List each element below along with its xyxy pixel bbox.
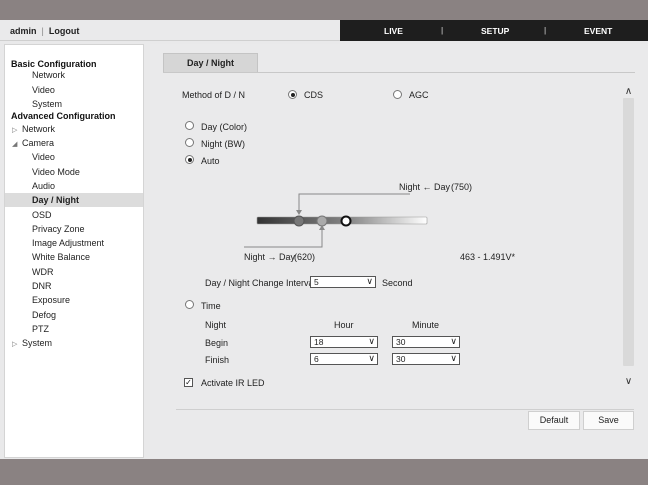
ir-led-label: Activate IR LED bbox=[201, 378, 265, 388]
default-button[interactable]: Default bbox=[528, 411, 580, 430]
begin-hour-value: 18 bbox=[314, 337, 324, 347]
scroll-up-icon[interactable]: ∧ bbox=[622, 86, 635, 97]
col-hour: Hour bbox=[334, 320, 354, 330]
interval-label: Day / Night Change Interval bbox=[205, 278, 316, 288]
sensor-level-indicator bbox=[340, 215, 352, 227]
upper-threshold-leader bbox=[298, 193, 410, 213]
col-minute: Minute bbox=[412, 320, 440, 330]
chevron-down-icon: ∨ bbox=[450, 336, 457, 346]
chevron-down-icon: ∨ bbox=[368, 336, 375, 346]
scrollbar[interactable]: ∧ ∨ bbox=[622, 80, 635, 393]
interval-value: 5 bbox=[314, 277, 319, 287]
save-button[interactable]: Save bbox=[583, 411, 634, 430]
begin-hour-select[interactable]: 18 ∨ bbox=[310, 336, 378, 348]
interval-select[interactable]: 5 ∨ bbox=[310, 276, 376, 288]
scroll-down-icon[interactable]: ∨ bbox=[622, 376, 635, 387]
ir-led-checkbox[interactable]: ✓ bbox=[184, 378, 193, 387]
begin-label: Begin bbox=[205, 338, 229, 348]
chevron-down-icon: ∨ bbox=[366, 276, 373, 286]
finish-label: Finish bbox=[205, 355, 230, 365]
footer-band bbox=[0, 459, 648, 485]
slider-handle-night-to-day[interactable] bbox=[293, 215, 305, 227]
finish-minute-select[interactable]: 30 ∨ bbox=[392, 353, 460, 365]
threshold-lower-value: (620) bbox=[294, 252, 316, 262]
sensor-reading: 463 - 1.491V* bbox=[460, 252, 516, 262]
chevron-down-icon: ∨ bbox=[368, 353, 375, 363]
mode-time-label: Time bbox=[201, 301, 221, 311]
finish-minute-value: 30 bbox=[396, 354, 406, 364]
upper-arrow-icon bbox=[296, 210, 302, 215]
lower-threshold-leader bbox=[244, 227, 323, 248]
interval-unit: Second bbox=[382, 278, 413, 288]
begin-minute-value: 30 bbox=[396, 337, 406, 347]
mode-time-radio[interactable] bbox=[185, 300, 194, 309]
threshold-lower-label: Night → Day bbox=[244, 252, 296, 262]
chevron-down-icon: ∨ bbox=[450, 353, 457, 363]
begin-minute-select[interactable]: 30 ∨ bbox=[392, 336, 460, 348]
col-night: Night bbox=[205, 320, 227, 330]
scrollbar-thumb[interactable] bbox=[623, 98, 634, 366]
slider-handle-day-to-night[interactable] bbox=[316, 215, 328, 227]
divider bbox=[176, 409, 634, 410]
finish-hour-select[interactable]: 6 ∨ bbox=[310, 353, 378, 365]
finish-hour-value: 6 bbox=[314, 354, 319, 364]
